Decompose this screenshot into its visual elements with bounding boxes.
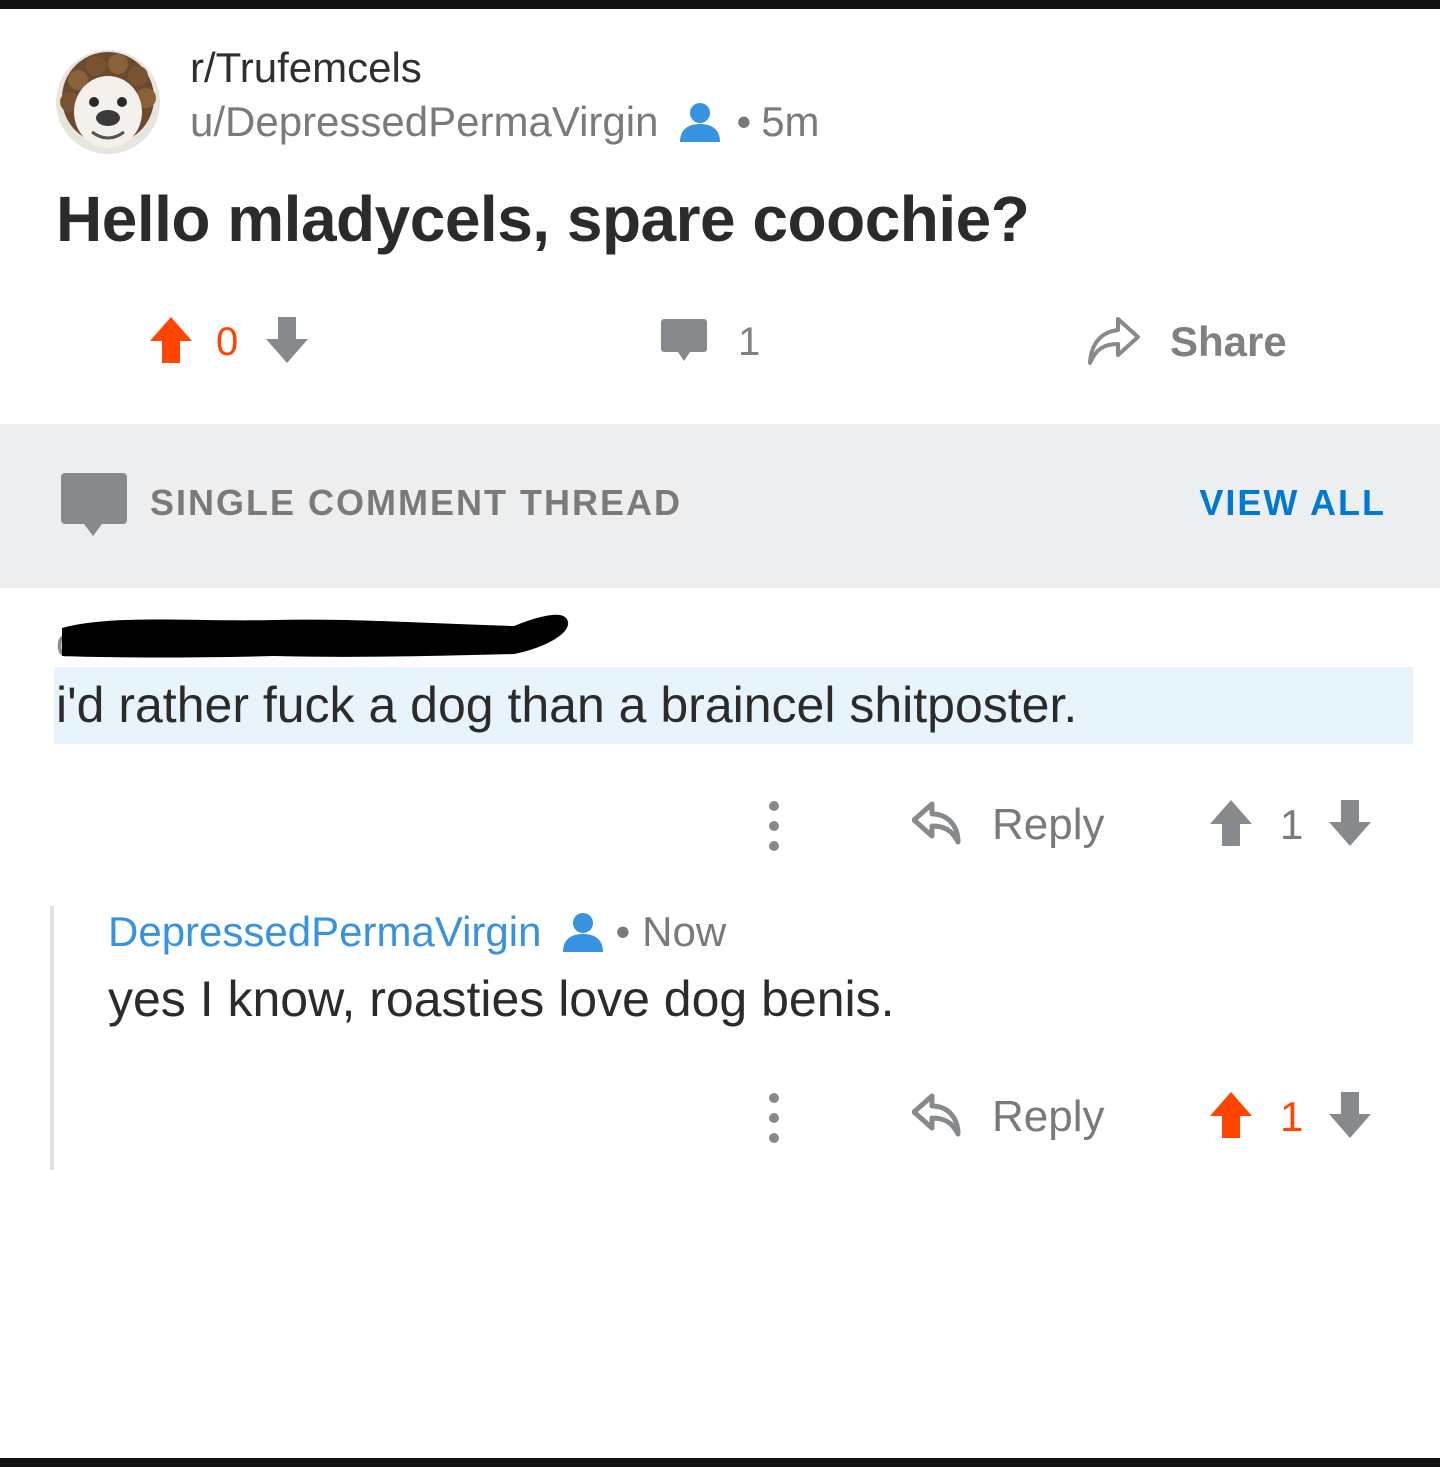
comment-score: 1 bbox=[1280, 801, 1304, 848]
comment-count: 1 bbox=[738, 319, 761, 364]
reply-actions: Reply 1 bbox=[0, 1082, 1440, 1152]
post-title[interactable]: Hello mladycels, spare coochie? bbox=[56, 182, 1030, 256]
post-author[interactable]: u/DepressedPermaVirgin bbox=[190, 98, 658, 146]
more-options-icon[interactable] bbox=[762, 796, 786, 861]
user-icon bbox=[561, 912, 605, 952]
comments-button[interactable]: 1 bbox=[660, 310, 760, 374]
reply-button[interactable]: Reply bbox=[911, 1082, 1105, 1152]
redacted-author: c bbox=[54, 604, 574, 671]
reply-arrow-icon bbox=[911, 800, 962, 851]
upvote-arrow-icon[interactable] bbox=[1208, 1090, 1254, 1145]
post-vote-group: 0 bbox=[148, 310, 310, 374]
reply-label: Reply bbox=[992, 800, 1105, 849]
reply-body[interactable]: yes I know, roasties love dog benis. bbox=[108, 970, 895, 1028]
bottom-nav-bar bbox=[0, 1458, 1440, 1467]
reply-meta: DepressedPermaVirgin • Now bbox=[108, 908, 726, 956]
reply-button[interactable]: Reply bbox=[911, 790, 1105, 860]
upvote-arrow-icon[interactable] bbox=[1208, 798, 1254, 853]
downvote-arrow-icon[interactable] bbox=[1327, 1090, 1373, 1145]
comment-body[interactable]: i'd rather fuck a dog than a braincel sh… bbox=[56, 676, 1077, 734]
meta-separator: • bbox=[736, 98, 752, 145]
subreddit-name[interactable]: r/Trufemcels bbox=[190, 44, 422, 92]
comment-score: 1 bbox=[1280, 1093, 1304, 1140]
post-action-bar: 0 1 Share bbox=[0, 310, 1440, 374]
reply-author[interactable]: DepressedPermaVirgin bbox=[108, 908, 541, 956]
share-arrow-icon bbox=[1086, 315, 1140, 370]
post-age: 5m bbox=[761, 98, 820, 145]
view-all-link[interactable]: VIEW ALL bbox=[1199, 482, 1386, 524]
downvote-arrow-icon[interactable] bbox=[264, 315, 310, 370]
thread-label: SINGLE COMMENT THREAD bbox=[150, 482, 682, 523]
reply-age: Now bbox=[642, 908, 727, 955]
user-icon bbox=[678, 102, 722, 142]
more-options-icon[interactable] bbox=[762, 1088, 786, 1153]
comment-actions: Reply 1 bbox=[0, 790, 1440, 860]
share-label: Share bbox=[1170, 318, 1287, 365]
reply-arrow-icon bbox=[911, 1092, 962, 1143]
comment-bubble-icon bbox=[660, 317, 708, 368]
comment-vote-group: 1 bbox=[1208, 1082, 1373, 1152]
subreddit-avatar[interactable] bbox=[56, 50, 160, 154]
chat-bubble-icon bbox=[60, 472, 128, 543]
share-button[interactable]: Share bbox=[1086, 310, 1287, 374]
reply-label: Reply bbox=[992, 1092, 1105, 1141]
top-status-bar bbox=[0, 0, 1440, 9]
bulldog-avatar-icon bbox=[56, 50, 160, 154]
comment-vote-group: 1 bbox=[1208, 790, 1373, 860]
post-meta: u/DepressedPermaVirgin • 5m bbox=[190, 98, 820, 146]
post-score: 0 bbox=[216, 319, 239, 364]
upvote-arrow-icon[interactable] bbox=[148, 315, 194, 370]
meta-separator: • bbox=[615, 908, 631, 955]
downvote-arrow-icon[interactable] bbox=[1327, 798, 1373, 853]
